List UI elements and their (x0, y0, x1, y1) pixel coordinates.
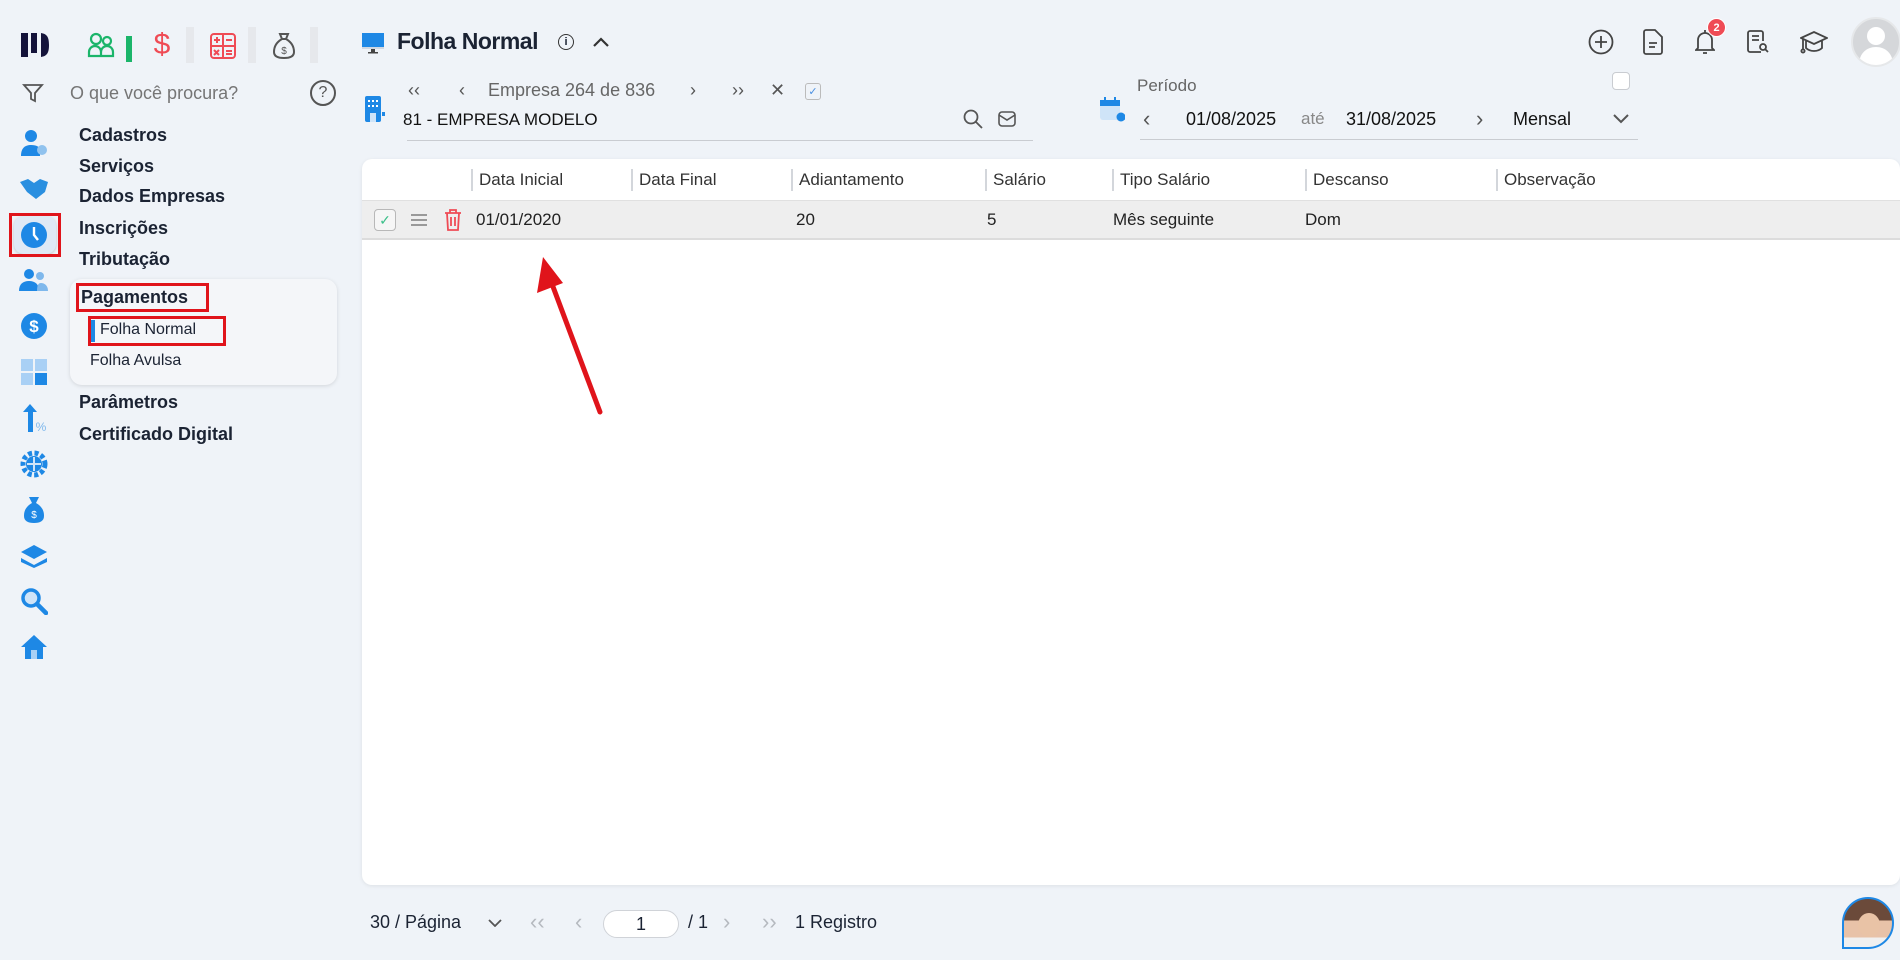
svg-text:%: % (36, 420, 47, 433)
next-page-button[interactable]: › (723, 909, 730, 935)
info-icon[interactable]: i (558, 34, 574, 50)
calendar-icon (1098, 96, 1126, 122)
highlight-box (88, 316, 226, 346)
next-period-button[interactable]: › (1476, 106, 1483, 132)
chevron-down-icon[interactable] (1610, 110, 1632, 128)
clear-company-button[interactable]: ✕ (770, 80, 785, 101)
periodo-label: Período (1137, 76, 1197, 95)
assistant-face (1858, 913, 1880, 937)
next-company-button[interactable]: › (690, 80, 696, 101)
svg-text:$: $ (31, 510, 37, 521)
arrow-percent-icon[interactable]: % (16, 400, 52, 436)
data-table: Data Inicial Data Final Adiantamento Sal… (362, 159, 1900, 885)
menu-item-cadastros[interactable]: Cadastros (79, 125, 167, 146)
divider (248, 27, 256, 63)
per-page-select[interactable]: 30 / Página (370, 912, 461, 933)
first-page-button[interactable]: ‹‹ (530, 909, 545, 935)
search-document-icon[interactable] (1746, 28, 1770, 56)
page-title: Folha Normal (397, 28, 538, 54)
column-header[interactable]: Salário (985, 169, 1046, 191)
svg-text:$: $ (281, 46, 287, 57)
column-header[interactable]: Descanso (1305, 169, 1389, 191)
notification-badge: 2 (1707, 18, 1726, 37)
divider (186, 27, 194, 63)
highlight-box (9, 213, 61, 257)
menu-item-certificado-digital[interactable]: Certificado Digital (79, 424, 233, 445)
dollar-icon[interactable]: $ (148, 28, 176, 62)
dollar-circle-icon[interactable]: $ (16, 308, 52, 344)
cell-salario: 5 (987, 210, 997, 229)
building-icon (364, 95, 386, 123)
previous-page-button[interactable]: ‹ (575, 909, 582, 935)
period-start-input[interactable]: 01/08/2025 (1186, 109, 1276, 130)
help-icon[interactable]: ? (310, 80, 336, 106)
last-page-button[interactable]: ›› (762, 909, 777, 935)
column-header[interactable]: Data Final (631, 169, 716, 191)
cell-adiantamento: 20 (796, 210, 815, 229)
assistant-avatar[interactable] (1842, 897, 1894, 949)
company-counter: Empresa 264 de 836 (488, 80, 656, 100)
column-header[interactable]: Data Inicial (471, 169, 563, 191)
highlight-box (76, 283, 209, 312)
menu-item-dados-empresas[interactable]: Dados Empresas (79, 186, 225, 207)
page-input[interactable]: 1 (603, 910, 679, 938)
record-count: 1 Registro (795, 912, 878, 932)
layers-icon[interactable] (16, 538, 52, 574)
user-settings-icon[interactable] (16, 125, 52, 161)
divider (407, 140, 1033, 141)
last-company-button[interactable]: ›› (732, 80, 744, 101)
active-app-indicator (126, 36, 132, 62)
row-checkbox[interactable]: ✓ (374, 209, 396, 231)
period-end-input[interactable]: 31/08/2025 (1346, 109, 1436, 130)
search-icon[interactable] (962, 108, 984, 130)
total-pages: / 1 (688, 912, 709, 932)
first-company-button[interactable]: ‹‹ (408, 80, 420, 101)
drag-handle-icon[interactable] (410, 210, 428, 230)
column-header[interactable]: Tipo Salário (1112, 169, 1210, 191)
logo[interactable] (18, 28, 52, 62)
document-icon[interactable] (1641, 28, 1665, 56)
trash-icon[interactable] (443, 208, 463, 232)
menu-item-inscricoes[interactable]: Inscrições (79, 218, 168, 239)
menu-item-tributacao[interactable]: Tributação (79, 249, 170, 270)
cell-tipo-salario: Mês seguinte (1113, 210, 1215, 229)
money-bag-icon[interactable]: $ (270, 30, 298, 62)
previous-company-button[interactable]: ‹ (459, 80, 465, 101)
handshake-icon[interactable] (16, 171, 52, 207)
chevron-down-icon[interactable] (486, 915, 504, 931)
cell-descanso: Dom (1305, 210, 1341, 229)
calculator-icon[interactable] (209, 32, 237, 60)
search-input[interactable] (70, 80, 300, 106)
add-icon[interactable] (1588, 29, 1614, 55)
graduation-cap-icon[interactable] (1799, 28, 1829, 56)
people-icon[interactable] (86, 30, 116, 60)
home-icon[interactable] (16, 629, 52, 665)
previous-period-button[interactable]: ‹ (1143, 106, 1150, 132)
user-avatar[interactable] (1851, 17, 1900, 67)
menu-item-parametros[interactable]: Parâmetros (79, 392, 178, 413)
money-bag-icon[interactable]: $ (16, 492, 52, 528)
calculator-icon[interactable] (16, 354, 52, 390)
users-icon[interactable] (16, 262, 52, 298)
menu-item-servicos[interactable]: Serviços (79, 156, 154, 177)
period-separator: até (1301, 109, 1325, 128)
filter-icon[interactable] (20, 80, 46, 106)
period-mode-select[interactable]: Mensal (1513, 109, 1571, 130)
monitor-icon (362, 30, 384, 56)
company-select[interactable]: 81 - EMPRESA MODELO (403, 110, 598, 130)
column-header[interactable]: Observação (1496, 169, 1596, 191)
gear-icon[interactable] (16, 446, 52, 482)
divider (310, 27, 318, 63)
divider (1140, 139, 1638, 140)
cell-data-inicial: 01/01/2020 (476, 210, 562, 229)
periodo-checkbox[interactable] (1612, 72, 1630, 90)
chevron-up-icon[interactable] (590, 32, 612, 52)
menu-item-folha-avulsa[interactable]: Folha Avulsa (90, 352, 181, 370)
company-checkbox[interactable]: ✓ (805, 83, 821, 100)
column-header[interactable]: Adiantamento (791, 169, 904, 191)
svg-text:$: $ (29, 317, 39, 336)
mail-icon[interactable] (996, 108, 1018, 130)
search-icon[interactable] (16, 583, 52, 619)
